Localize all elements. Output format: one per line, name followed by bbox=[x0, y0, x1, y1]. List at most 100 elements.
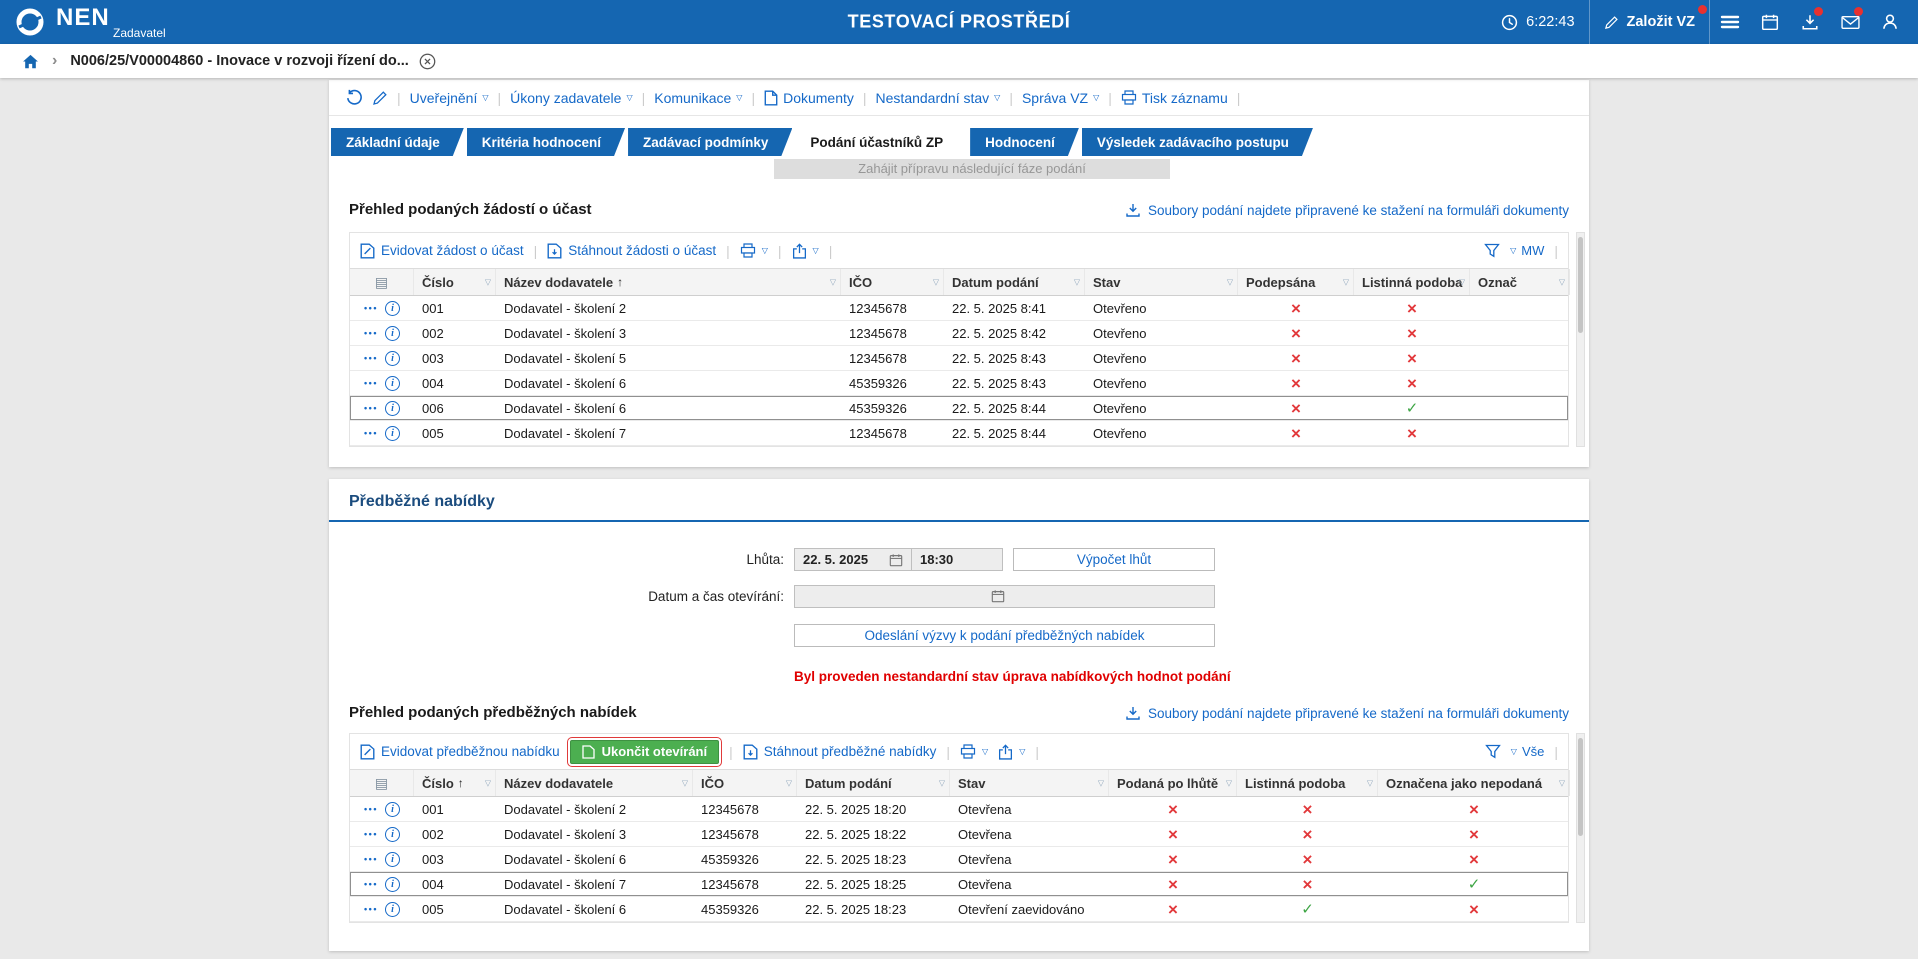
calendar-icon[interactable] bbox=[991, 589, 1005, 603]
files-download-link[interactable]: Soubory podání najdete připravené ke sta… bbox=[1125, 705, 1569, 721]
deadline-date-field[interactable]: 22. 5. 2025 bbox=[794, 548, 912, 571]
calendar-button[interactable] bbox=[1750, 0, 1790, 44]
row-menu-icon[interactable]: ••• bbox=[364, 854, 378, 864]
menu-item-dokumenty[interactable]: Dokumenty bbox=[764, 90, 854, 106]
info-icon[interactable]: i bbox=[385, 326, 400, 341]
breadcrumb-item[interactable]: N006/25/V00004860 - Inovace v rozvoji ří… bbox=[70, 53, 436, 70]
messages-button[interactable] bbox=[1830, 0, 1870, 44]
filter-caret-icon[interactable]: ▽ bbox=[830, 278, 836, 287]
evidovat-zadost-button[interactable]: Evidovat žádost o účast bbox=[360, 243, 524, 259]
menu-item-uverejneni[interactable]: Uveřejnění▽ bbox=[410, 90, 489, 106]
view-selector[interactable]: ▽MW bbox=[1510, 243, 1544, 258]
info-icon[interactable]: i bbox=[385, 802, 400, 817]
info-icon[interactable]: i bbox=[385, 902, 400, 917]
filter-caret-icon[interactable]: ▽ bbox=[1226, 779, 1232, 788]
info-icon[interactable]: i bbox=[385, 401, 400, 416]
column-header[interactable]: Stav▽ bbox=[1085, 269, 1238, 295]
info-icon[interactable]: i bbox=[385, 376, 400, 391]
filter-caret-icon[interactable]: ▽ bbox=[485, 278, 491, 287]
vertical-scrollbar[interactable] bbox=[1576, 232, 1585, 447]
downloads-button[interactable] bbox=[1790, 0, 1830, 44]
print-menu-button[interactable]: ▽ bbox=[740, 243, 768, 258]
filter-caret-icon[interactable]: ▽ bbox=[933, 278, 939, 287]
column-header[interactable]: IČO▽ bbox=[841, 269, 944, 295]
home-button[interactable] bbox=[22, 54, 39, 69]
vertical-scrollbar[interactable] bbox=[1576, 733, 1585, 923]
column-header[interactable]: Listinná podoba▽ bbox=[1237, 770, 1378, 796]
filter-caret-icon[interactable]: ▽ bbox=[485, 779, 491, 788]
info-icon[interactable]: i bbox=[385, 301, 400, 316]
info-icon[interactable]: i bbox=[385, 852, 400, 867]
column-header-icons[interactable]: ▤ bbox=[350, 770, 414, 796]
table-row[interactable]: •••i004Dodavatel - školení 71234567822. … bbox=[350, 872, 1568, 897]
profile-button[interactable] bbox=[1870, 0, 1910, 44]
row-menu-icon[interactable]: ••• bbox=[364, 829, 378, 839]
filter-caret-icon[interactable]: ▽ bbox=[1559, 779, 1565, 788]
table-row[interactable]: •••i003Dodavatel - školení 64535932622. … bbox=[350, 847, 1568, 872]
table-row[interactable]: •••i001Dodavatel - školení 21234567822. … bbox=[350, 296, 1568, 321]
filter-caret-icon[interactable]: ▽ bbox=[1459, 278, 1465, 287]
filter-caret-icon[interactable]: ▽ bbox=[1343, 278, 1349, 287]
column-header[interactable]: Listinná podoba▽ bbox=[1354, 269, 1470, 295]
row-menu-icon[interactable]: ••• bbox=[364, 328, 378, 338]
row-menu-icon[interactable]: ••• bbox=[364, 879, 378, 889]
menu-item-ukony-zadavatele[interactable]: Úkony zadavatele▽ bbox=[510, 90, 632, 106]
table-row[interactable]: •••i005Dodavatel - školení 71234567822. … bbox=[350, 421, 1568, 446]
files-download-link[interactable]: Soubory podání najdete připravené ke sta… bbox=[1125, 202, 1569, 218]
row-menu-icon[interactable]: ••• bbox=[364, 353, 378, 363]
column-header[interactable]: IČO▽ bbox=[693, 770, 797, 796]
filter-caret-icon[interactable]: ▽ bbox=[682, 779, 688, 788]
info-icon[interactable]: i bbox=[385, 877, 400, 892]
app-logo[interactable]: NEN Zadavatel bbox=[0, 0, 240, 44]
export-menu-button[interactable]: ▽ bbox=[792, 243, 819, 259]
scrollbar-thumb[interactable] bbox=[1578, 738, 1583, 836]
column-header[interactable]: Číslo↑▽ bbox=[414, 770, 496, 796]
start-next-phase-button[interactable]: Zahájit přípravu následující fáze podání bbox=[774, 159, 1170, 179]
filter-caret-icon[interactable]: ▽ bbox=[1367, 779, 1373, 788]
column-header[interactable]: Název dodavatele▽ bbox=[496, 770, 693, 796]
row-menu-icon[interactable]: ••• bbox=[364, 378, 378, 388]
filter-caret-icon[interactable]: ▽ bbox=[939, 779, 945, 788]
column-header[interactable]: Číslo▽ bbox=[414, 269, 496, 295]
scrollbar-thumb[interactable] bbox=[1578, 237, 1583, 333]
column-header[interactable]: Podaná po lhůtě▽ bbox=[1109, 770, 1237, 796]
column-header[interactable]: Označena jako nepodaná▽ bbox=[1378, 770, 1570, 796]
info-icon[interactable]: i bbox=[385, 351, 400, 366]
column-header[interactable]: Označ▽ bbox=[1470, 269, 1570, 295]
filter-caret-icon[interactable]: ▽ bbox=[786, 779, 792, 788]
column-header[interactable]: Podepsána▽ bbox=[1238, 269, 1354, 295]
menu-item-komunikace[interactable]: Komunikace▽ bbox=[654, 90, 742, 106]
evidovat-nabidku-button[interactable]: Evidovat předběžnou nabídku bbox=[360, 744, 560, 760]
tab-hodnoceni[interactable]: Hodnocení bbox=[970, 128, 1079, 156]
deadline-time-field[interactable]: 18:30 bbox=[911, 548, 1003, 571]
table-row[interactable]: •••i004Dodavatel - školení 64535932622. … bbox=[350, 371, 1568, 396]
row-menu-icon[interactable]: ••• bbox=[364, 428, 378, 438]
stahnout-nabidky-button[interactable]: Stáhnout předběžné nabídky bbox=[743, 744, 937, 760]
column-header-icons[interactable]: ▤ bbox=[350, 269, 414, 295]
row-menu-icon[interactable]: ••• bbox=[364, 904, 378, 914]
column-header[interactable]: Datum podání▽ bbox=[797, 770, 950, 796]
filter-caret-icon[interactable]: ▽ bbox=[1074, 278, 1080, 287]
filter-button[interactable] bbox=[1485, 744, 1501, 759]
view-selector[interactable]: ▽Vše bbox=[1511, 744, 1545, 759]
export-menu-button[interactable]: ▽ bbox=[998, 744, 1025, 760]
info-icon[interactable]: i bbox=[385, 827, 400, 842]
table-row[interactable]: •••i001Dodavatel - školení 21234567822. … bbox=[350, 797, 1568, 822]
column-header[interactable]: Stav▽ bbox=[950, 770, 1109, 796]
info-icon[interactable]: i bbox=[385, 426, 400, 441]
table-row[interactable]: •••i005Dodavatel - školení 64535932622. … bbox=[350, 897, 1568, 922]
table-row[interactable]: •••i002Dodavatel - školení 31234567822. … bbox=[350, 822, 1568, 847]
calendar-icon[interactable] bbox=[889, 553, 903, 567]
tab-zakladni-udaje[interactable]: Základní údaje bbox=[331, 128, 464, 156]
edit-button[interactable] bbox=[372, 90, 388, 106]
menu-button[interactable] bbox=[1710, 0, 1750, 44]
print-menu-button[interactable]: ▽ bbox=[960, 744, 988, 759]
filter-caret-icon[interactable]: ▽ bbox=[1559, 278, 1565, 287]
row-menu-icon[interactable]: ••• bbox=[364, 804, 378, 814]
tab-podani-ucastniku-zp[interactable]: Podání účastníků ZP bbox=[795, 128, 967, 156]
column-header[interactable]: Datum podání▽ bbox=[944, 269, 1085, 295]
menu-item-nestandardni-stav[interactable]: Nestandardní stav▽ bbox=[876, 90, 1001, 106]
send-call-button[interactable]: Odeslání výzvy k podání předběžných nabí… bbox=[794, 624, 1215, 647]
tab-vysledek-zadavaciho-postupu[interactable]: Výsledek zadávacího postupu bbox=[1082, 128, 1313, 156]
tab-zadavaci-podminky[interactable]: Zadávací podmínky bbox=[628, 128, 792, 156]
